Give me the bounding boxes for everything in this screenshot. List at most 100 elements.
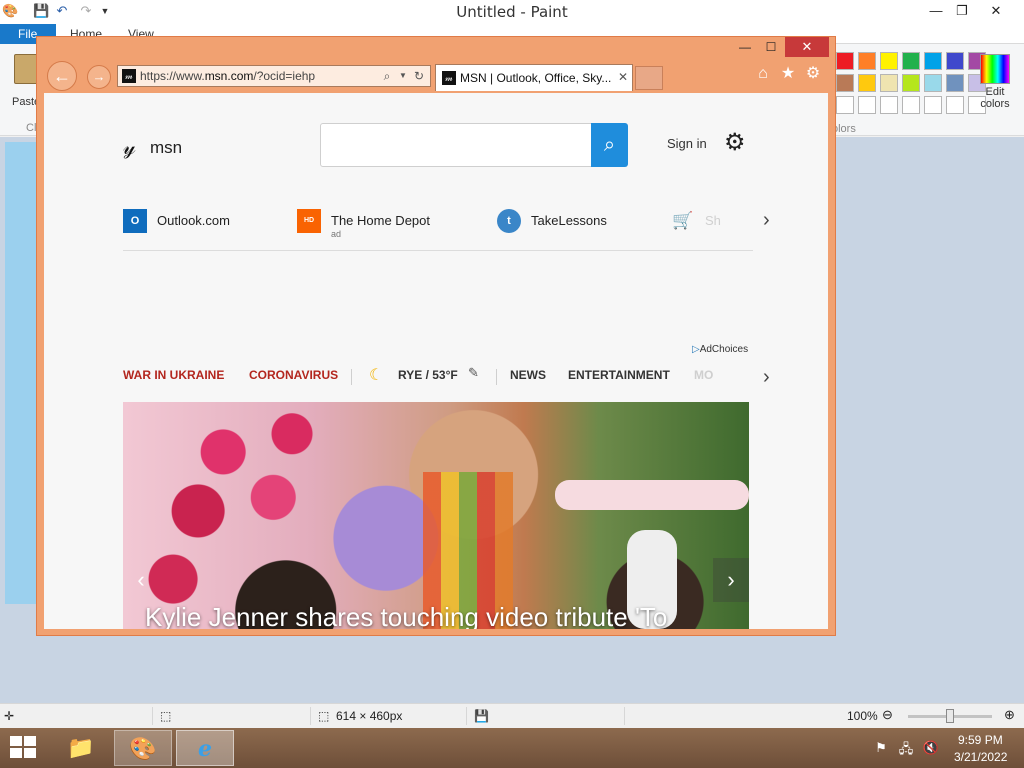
clock-time[interactable]: 9:59 PM [958, 733, 1003, 747]
outlook-icon: O [123, 209, 147, 233]
internet-explorer-icon: e [198, 736, 212, 762]
color-swatch[interactable] [836, 74, 854, 92]
nav-entertainment[interactable]: ENTERTAINMENT [568, 368, 670, 382]
hero-image-decor [555, 480, 749, 510]
arrow-left-icon: ← [53, 66, 71, 86]
msn-search-button[interactable]: ⌕ [591, 123, 628, 167]
settings-gear-icon[interactable]: ⚙ [724, 129, 746, 157]
news-nav-strip: WAR IN UKRAINE CORONAVIRUS ☾ RYE / 53°F … [123, 365, 763, 389]
paint-restore-button[interactable]: ❐ [946, 0, 978, 22]
arrow-right-icon: → [92, 69, 106, 84]
color-swatch[interactable] [836, 52, 854, 70]
nav-news[interactable]: NEWS [510, 368, 546, 382]
zoom-slider-thumb[interactable] [946, 709, 954, 723]
adchoices-icon: ▷ [692, 344, 700, 355]
quick-links: O Outlook.com HD The Home Depot ad t Tak… [123, 203, 753, 251]
chevron-right-icon[interactable]: › [763, 209, 770, 232]
folder-icon: 📁 [67, 735, 95, 760]
network-icon[interactable]: 🖧 [897, 740, 915, 762]
color-swatch[interactable] [924, 96, 942, 114]
msn-logo-text: msn [150, 138, 183, 157]
edit-location-pencil-icon[interactable]: ✎ [468, 365, 479, 381]
hero-carousel[interactable]: ‹ › Kylie Jenner shares touching video t… [123, 402, 749, 629]
paint-palette-icon: 🎨 [129, 736, 157, 761]
hero-headline[interactable]: Kylie Jenner shares touching video tribu… [145, 602, 667, 629]
paint-close-button[interactable]: ✕ [980, 0, 1012, 22]
rainbow-icon [980, 54, 1010, 84]
ie-close-button[interactable]: ✕ [785, 37, 829, 57]
shopping-cart-icon: 🛒 [672, 211, 694, 230]
home-depot-icon: HD [297, 209, 321, 233]
clipboard-icon [14, 54, 38, 84]
ie-window: — ☐ ✕ ← → 𝓂 https://www.msn.com/?ocid=ie… [36, 36, 836, 636]
zoom-in-icon[interactable]: ⊕ [1004, 707, 1015, 723]
new-tab-button[interactable] [635, 66, 663, 90]
msn-logo[interactable]: 𝓎 msn [123, 133, 193, 161]
search-icon[interactable]: ⌕ [380, 68, 394, 84]
taskbar: 📁 🎨 e ⚑ 🖧 🔇 9:59 PM 3/21/2022 [0, 728, 1024, 768]
forward-button[interactable]: → [87, 65, 111, 89]
edit-colors-button[interactable]: Edit colors [972, 52, 1018, 122]
home-icon[interactable]: ⌂ [753, 64, 773, 84]
nav-weather[interactable]: RYE / 53°F [398, 368, 458, 382]
browser-tab-msn[interactable]: 𝓂 MSN | Outlook, Office, Sky... ✕ [435, 64, 633, 91]
paint-status-bar: ✛ ⬚ ⬚ 614 × 460px 💾 100% ⊖ ⊕ [0, 703, 1024, 728]
color-swatch[interactable] [946, 96, 964, 114]
canvas-size-icon: ⬚ [318, 709, 330, 723]
nav-coronavirus[interactable]: CORONAVIRUS [249, 368, 338, 382]
zoom-out-icon[interactable]: ⊖ [882, 707, 893, 723]
paint-titlebar: 🎨 💾 ↶ ↷ ▼ Untitled - Paint — ❐ ✕ [0, 0, 1024, 24]
color-swatch[interactable] [880, 52, 898, 70]
sign-in-link[interactable]: Sign in [667, 136, 707, 151]
search-icon: ⌕ [603, 134, 616, 156]
color-swatch[interactable] [902, 74, 920, 92]
clock-date[interactable]: 3/21/2022 [954, 750, 1007, 764]
color-swatch[interactable] [946, 74, 964, 92]
ie-restore-button[interactable]: ☐ [757, 37, 785, 57]
canvas-dimensions: 614 × 460px [336, 709, 403, 723]
color-swatch[interactable] [902, 52, 920, 70]
edit-colors-label: Edit colors [980, 86, 1010, 110]
msn-favicon-icon: 𝓂 [122, 69, 136, 83]
takelessons-icon: t [497, 209, 521, 233]
dropdown-icon[interactable]: ▼ [396, 68, 410, 84]
refresh-icon[interactable]: ↻ [412, 68, 426, 84]
taskbar-file-explorer[interactable]: 📁 [52, 730, 110, 766]
nav-war-in-ukraine[interactable]: WAR IN UKRAINE [123, 368, 224, 382]
taskbar-paint[interactable]: 🎨 [114, 730, 172, 766]
taskbar-internet-explorer[interactable]: e [176, 730, 234, 766]
favorites-star-icon[interactable]: ★ [778, 64, 798, 84]
color-swatch[interactable] [880, 96, 898, 114]
volume-muted-icon[interactable]: 🔇 [922, 740, 940, 756]
color-swatch[interactable] [946, 52, 964, 70]
color-swatch[interactable] [836, 96, 854, 114]
color-swatch[interactable] [902, 96, 920, 114]
clipboard-group-label: Cl [26, 122, 37, 134]
tools-gear-icon[interactable]: ⚙ [803, 64, 823, 84]
color-swatch[interactable] [924, 74, 942, 92]
adchoices-link[interactable]: ▷AdChoices [692, 344, 748, 355]
msn-butterfly-icon: 𝓎 [123, 134, 136, 159]
paint-window-title: Untitled - Paint [456, 3, 568, 21]
tab-close-icon[interactable]: ✕ [618, 70, 628, 84]
address-bar[interactable]: 𝓂 https://www.msn.com/?ocid=iehp ⌕ ▼ ↻ [117, 65, 431, 87]
color-swatch[interactable] [858, 74, 876, 92]
nav-chevron-right-icon[interactable]: › [763, 366, 770, 389]
action-center-flag-icon[interactable]: ⚑ [872, 740, 890, 756]
back-button[interactable]: ← [47, 61, 77, 91]
color-swatch[interactable] [880, 74, 898, 92]
address-url[interactable]: https://www.msn.com/?ocid=iehp [140, 69, 315, 83]
nav-more[interactable]: MO [694, 368, 713, 382]
msn-tab-favicon-icon: 𝓂 [442, 71, 456, 85]
ie-minimize-button[interactable]: — [731, 37, 759, 57]
carousel-prev-icon[interactable]: ‹ [123, 558, 159, 602]
carousel-next-icon[interactable]: › [713, 558, 749, 602]
color-swatch[interactable] [858, 96, 876, 114]
msn-search-input[interactable] [320, 123, 592, 167]
windows-logo-icon [10, 736, 22, 746]
color-swatch[interactable] [858, 52, 876, 70]
color-swatch[interactable] [924, 52, 942, 70]
zoom-level: 100% [847, 709, 878, 723]
tab-title: MSN | Outlook, Office, Sky... [460, 71, 612, 85]
start-button[interactable] [10, 736, 38, 760]
